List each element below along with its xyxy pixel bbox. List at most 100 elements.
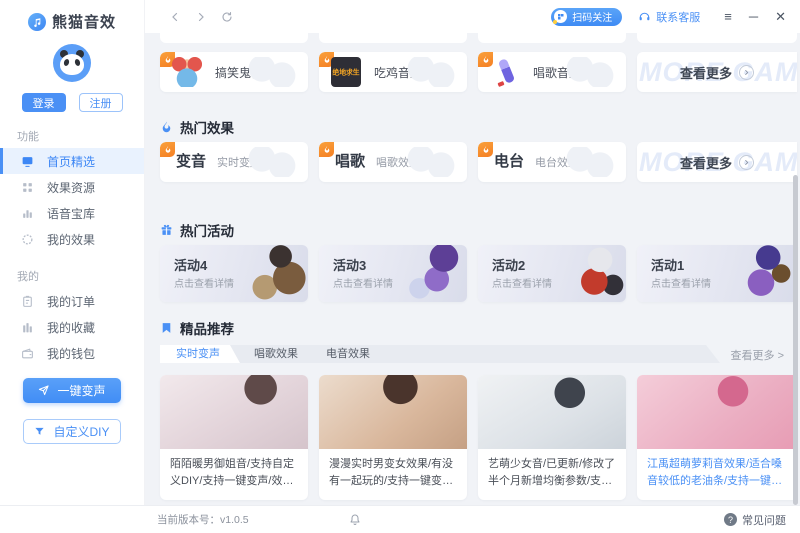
- recommend-photo: [160, 375, 308, 449]
- auth-buttons: 登录 注册: [0, 93, 144, 112]
- recommend-card[interactable]: 漫漫实时男变女效果/有没有一起玩的/支持一键变声/支持自...: [319, 375, 467, 500]
- effect-card-radio[interactable]: 电台 电台效果: [478, 142, 626, 182]
- monitor-icon: [21, 155, 34, 168]
- wallet-icon: [21, 347, 34, 360]
- sidebar-item-my-favorites[interactable]: 我的收藏: [0, 314, 144, 340]
- see-more-label: 查看更多: [680, 63, 732, 82]
- sidebar-item-label: 我的收藏: [47, 319, 95, 336]
- activity-title: 活动1: [651, 255, 684, 274]
- topbar-right: 扫码关注 联系客服 ≡ ─ ✕: [551, 8, 800, 26]
- activity-character-art: [236, 245, 308, 302]
- contact-service-label: 联系客服: [656, 9, 700, 25]
- activity-card-4[interactable]: 活动4 点击查看详情: [160, 245, 308, 302]
- section-title: 热门活动: [180, 220, 234, 240]
- sidebar-item-label: 我的钱包: [47, 345, 95, 362]
- app-window: 扫码关注 联系客服 ≡ ─ ✕ 熊猫音效 登录 注册: [0, 0, 800, 533]
- grid-icon: [21, 181, 34, 194]
- headset-icon: [638, 10, 651, 23]
- sidebar-item-my-wallet[interactable]: 我的钱包: [0, 340, 144, 366]
- recommend-see-more-link[interactable]: 查看更多 >: [731, 347, 784, 363]
- qr-follow-button[interactable]: 扫码关注: [551, 8, 622, 26]
- pubg-logo-text: 绝地求生: [332, 67, 359, 76]
- main-content: 搞笑鬼畜 绝地求生 吃鸡音效 唱歌音效 MORE GAME 查看更多: [145, 33, 800, 505]
- see-more-label: 查看更多: [680, 153, 732, 172]
- bar-chart-icon: [21, 207, 34, 220]
- qr-code-icon: [554, 10, 567, 23]
- recommend-card-highlighted[interactable]: 江禹超萌萝莉音效果/适合嗓音较低的老油条/支持一键变声/...: [637, 375, 797, 500]
- section-title: 精品推荐: [180, 318, 234, 338]
- activity-subtitle: 点击查看详情: [174, 275, 234, 290]
- activity-character-art: [395, 245, 467, 302]
- gamepad-watermark: [244, 57, 300, 87]
- notification-bell-icon[interactable]: [349, 513, 361, 526]
- recommend-photo: [637, 375, 797, 449]
- effect-card-voice-change[interactable]: 变音 实时变声: [160, 142, 308, 182]
- sidebar-section-function: 功能: [17, 128, 144, 144]
- effect-card-singing[interactable]: 唱歌 唱歌效果: [319, 142, 467, 182]
- activity-card-3[interactable]: 活动3 点击查看详情: [319, 245, 467, 302]
- nav-group: [167, 9, 235, 25]
- recommend-description: 江禹超萌萝莉音效果/适合嗓音较低的老油条/支持一键变声/...: [637, 449, 797, 490]
- register-button[interactable]: 注册: [79, 93, 123, 112]
- tab-singing-effects[interactable]: 唱歌效果: [240, 345, 312, 363]
- window-controls: ≡ ─ ✕: [724, 10, 786, 23]
- faq-link[interactable]: ? 常见问题: [724, 512, 786, 528]
- sidebar-item-voice-library[interactable]: 语音宝库: [0, 200, 144, 226]
- contact-service-button[interactable]: 联系客服: [638, 9, 700, 25]
- category-card-funny[interactable]: 搞笑鬼畜: [160, 52, 308, 92]
- sidebar-item-my-orders[interactable]: 我的订单: [0, 288, 144, 314]
- quick-voice-label: 一键变声: [57, 382, 105, 399]
- activity-card-2[interactable]: 活动2 点击查看详情: [478, 245, 626, 302]
- tab-electronic-effects[interactable]: 电音效果: [312, 345, 384, 363]
- scrolled-card-sliver: [478, 33, 626, 43]
- sidebar-item-label: 我的订单: [47, 293, 95, 310]
- minimize-icon[interactable]: ─: [749, 10, 758, 23]
- sidebar-item-my-effects[interactable]: 我的效果: [0, 226, 144, 252]
- tab-realtime-voice[interactable]: 实时变声: [160, 345, 240, 363]
- recommend-card[interactable]: 陌陌暖男御姐音/支持自定义DIY/支持一键变声/效果可以...: [160, 375, 308, 500]
- sidebar-item-label: 我的效果: [47, 231, 95, 248]
- vertical-scrollbar[interactable]: [793, 175, 798, 505]
- category-card-pubg[interactable]: 绝地求生 吃鸡音效: [319, 52, 467, 92]
- quick-voice-change-button[interactable]: 一键变声: [23, 378, 121, 403]
- sidebar-actions: 一键变声 自定义DIY: [0, 378, 144, 444]
- activity-subtitle: 点击查看详情: [651, 275, 711, 290]
- gift-icon: [160, 223, 173, 237]
- scrolled-card-sliver: [637, 33, 797, 43]
- menu-icon[interactable]: ≡: [724, 10, 732, 23]
- custom-diy-button[interactable]: 自定义DIY: [23, 419, 121, 444]
- effect-title: 唱歌: [335, 142, 365, 182]
- activity-title: 活动4: [174, 255, 207, 274]
- activity-title: 活动3: [333, 255, 366, 274]
- recommend-card[interactable]: 艺萌少女音/已更新/修改了半个月新增均衡参数/支持一键变...: [478, 375, 626, 500]
- custom-diy-label: 自定义DIY: [53, 423, 109, 440]
- effects-more-card[interactable]: MORE GAME 查看更多: [637, 142, 797, 182]
- back-icon[interactable]: [167, 9, 183, 25]
- close-icon[interactable]: ✕: [775, 10, 786, 23]
- gamepad-watermark: [562, 57, 618, 87]
- logo-music-icon: [28, 13, 46, 31]
- section-title: 热门效果: [180, 117, 234, 137]
- categories-more-card[interactable]: MORE GAME 查看更多: [637, 52, 797, 92]
- panda-avatar[interactable]: [53, 44, 91, 82]
- sidebar-item-label: 语音宝库: [47, 205, 95, 222]
- bookmark-icon: [160, 321, 173, 335]
- refresh-icon[interactable]: [219, 9, 235, 25]
- gamepad-watermark: [403, 57, 459, 87]
- app-logo: 熊猫音效: [0, 11, 144, 32]
- hot-effects-header: 热门效果: [160, 117, 234, 137]
- flame-icon: [160, 120, 173, 134]
- sidebar-item-label: 首页精选: [47, 153, 95, 170]
- recommend-description: 陌陌暖男御姐音/支持自定义DIY/支持一键变声/效果可以...: [160, 449, 308, 490]
- sidebar-item-home-featured[interactable]: 首页精选: [0, 148, 144, 174]
- faq-label: 常见问题: [742, 512, 786, 528]
- forward-icon[interactable]: [193, 9, 209, 25]
- category-card-singing[interactable]: 唱歌音效: [478, 52, 626, 92]
- activity-card-1[interactable]: 活动1 点击查看详情: [637, 245, 797, 302]
- login-button[interactable]: 登录: [22, 93, 66, 112]
- recommend-photo: [319, 375, 467, 449]
- sidebar-item-effect-resources[interactable]: 效果资源: [0, 174, 144, 200]
- recommend-description: 漫漫实时男变女效果/有没有一起玩的/支持一键变声/支持自...: [319, 449, 467, 490]
- gamepad-watermark: [403, 147, 459, 177]
- activity-title: 活动2: [492, 255, 525, 274]
